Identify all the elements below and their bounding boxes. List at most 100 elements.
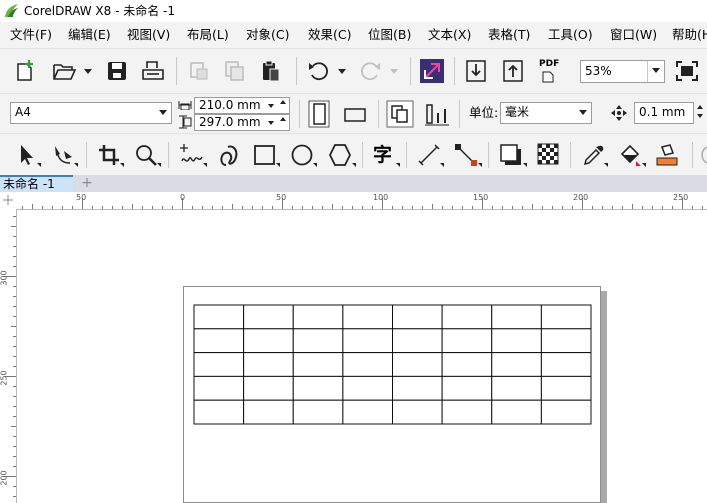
table-cell[interactable] [441,352,493,377]
ellipse-tool-flyout-icon[interactable] [313,163,317,167]
effects-tool-flyout-icon[interactable] [523,163,527,167]
zoom-level-combo[interactable]: 53% [580,60,665,83]
table-cell[interactable] [540,375,592,401]
table-cell[interactable] [193,352,245,377]
shape-tool-flyout-icon[interactable] [74,163,78,167]
width-spin-up-icon[interactable] [280,100,286,104]
export-icon[interactable] [502,59,524,83]
search-content-icon[interactable] [420,59,444,83]
fill-tool-flyout-icon[interactable] [642,163,646,167]
table-cell[interactable] [292,304,344,330]
page-width-input[interactable]: 210.0 mm [194,97,290,114]
polygon-tool-icon[interactable] [328,143,352,167]
smart-fill-tool-icon[interactable] [656,143,678,167]
table-cell[interactable] [342,304,393,330]
table-cell[interactable] [243,399,294,425]
table-cell[interactable] [441,375,493,401]
menu-tools[interactable]: 工具(O) [548,27,593,43]
menu-edit[interactable]: 编辑(E) [68,27,111,43]
zoom-tool-icon[interactable] [135,144,157,166]
table-cell[interactable] [540,328,592,354]
table-cell[interactable] [491,328,542,354]
table-cell[interactable] [292,399,344,425]
interactive-fill-tool-icon[interactable] [618,143,642,167]
page-height-input[interactable]: 297.0 mm [194,114,290,131]
table-cell[interactable] [243,304,294,330]
print-icon[interactable] [141,60,165,82]
table-cell[interactable] [193,399,245,425]
current-page-icon[interactable] [424,102,450,126]
table-cell[interactable] [193,328,245,354]
table-cell[interactable] [193,304,245,330]
new-tab-button[interactable]: + [76,176,98,191]
text-tool-flyout-icon[interactable] [396,163,400,167]
menu-view[interactable]: 视图(V) [127,27,170,43]
width-unit-dropdown-icon[interactable] [268,104,274,108]
menu-object[interactable]: 对象(C) [246,27,289,43]
connector-tool-flyout-icon[interactable] [478,163,482,167]
undo-icon[interactable] [307,60,331,82]
table-cell[interactable] [441,304,493,330]
nudge-spin-up-icon[interactable] [697,105,703,109]
pick-tool-icon[interactable] [16,143,38,167]
menu-window[interactable]: 窗口(W) [610,27,657,43]
ruler-origin[interactable] [0,192,17,210]
tab-document[interactable]: 未命名 -1 [0,175,73,192]
units-select[interactable]: 毫米 [500,102,592,124]
open-folder-icon[interactable] [52,61,78,81]
units-dropdown-icon[interactable] [575,103,591,123]
table-cell[interactable] [292,328,344,354]
menu-file[interactable]: 文件(F) [10,27,52,43]
height-spin-up-icon[interactable] [280,117,286,121]
menu-effects[interactable]: 效果(C) [308,27,351,43]
full-screen-icon[interactable] [676,61,698,81]
rectangle-tool-icon[interactable] [253,144,277,166]
menu-table[interactable]: 表格(T) [488,27,530,43]
all-pages-icon[interactable] [386,100,414,128]
table-cell[interactable] [342,352,393,377]
zoom-tool-flyout-icon[interactable] [157,163,161,167]
table-cell[interactable] [243,328,294,354]
table-cell[interactable] [540,352,592,377]
horizontal-ruler[interactable]: 50 0 50 100 150 200 250 [16,192,707,210]
paste-icon[interactable] [260,59,282,83]
table-cell[interactable] [392,328,443,354]
table-cell[interactable] [392,304,443,330]
menu-help[interactable]: 帮助(H) [672,27,707,43]
table-cell[interactable] [540,304,592,330]
parallel-dimension-tool-icon[interactable] [418,144,440,166]
portrait-orientation-icon[interactable] [308,100,330,128]
page-size-select[interactable]: A4 [10,102,172,124]
table-cell[interactable] [243,352,294,377]
import-icon[interactable] [465,59,487,83]
transparency-tool-icon[interactable] [537,143,559,165]
height-unit-dropdown-icon[interactable] [268,121,274,125]
freehand-tool-flyout-icon[interactable] [203,163,207,167]
vertical-ruler[interactable]: 300 250 200 [0,209,17,503]
document-page[interactable] [183,286,601,503]
polygon-tool-flyout-icon[interactable] [352,163,356,167]
ellipse-tool-icon[interactable] [290,144,314,166]
table-cell[interactable] [342,375,393,401]
undo-dropdown-icon[interactable] [338,69,346,74]
menu-text[interactable]: 文本(X) [428,27,471,43]
nudge-distance-input[interactable]: 0.1 mm [634,102,694,124]
rectangle-tool-flyout-icon[interactable] [276,163,280,167]
eyedropper-tool-flyout-icon[interactable] [604,163,608,167]
table-cell[interactable] [441,399,493,425]
open-dropdown-icon[interactable] [84,69,92,74]
page-size-dropdown-icon[interactable] [155,103,171,123]
artistic-media-tool-icon[interactable] [218,143,240,167]
nudge-spin-down-icon[interactable] [697,114,703,118]
table-grid[interactable] [193,304,592,425]
save-icon[interactable] [106,60,128,82]
new-document-icon[interactable] [15,59,37,83]
table-cell[interactable] [392,375,443,401]
color-eyedropper-tool-icon[interactable] [582,143,604,167]
table-cell[interactable] [491,304,542,330]
outline-tool-icon[interactable] [699,143,707,167]
menu-layout[interactable]: 布局(L) [187,27,229,43]
drop-shadow-tool-icon[interactable] [499,143,523,167]
freehand-tool-icon[interactable] [178,143,204,167]
publish-pdf-button[interactable]: PDF [539,59,563,85]
